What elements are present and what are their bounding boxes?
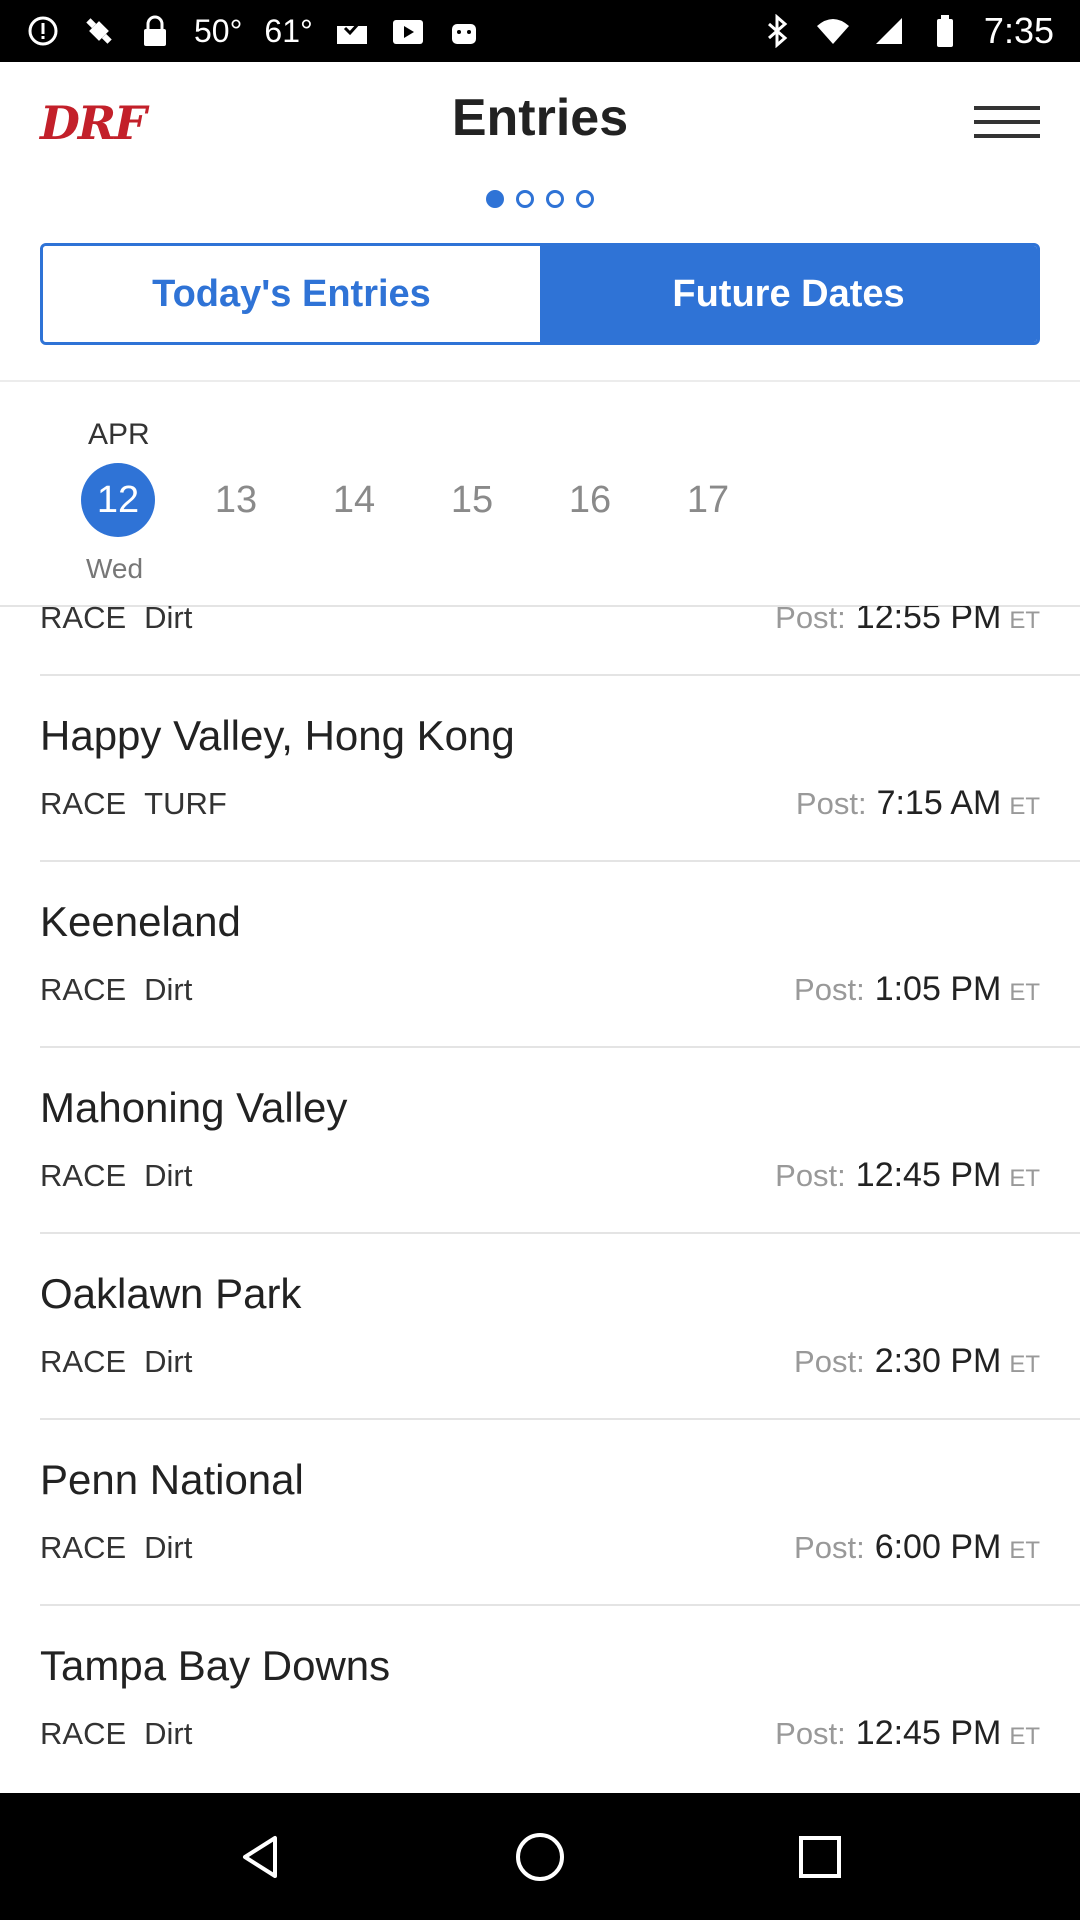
timezone: ET [1009,607,1040,634]
surface-label: Dirt [144,1344,193,1379]
app-header: DRF Entries [0,62,1080,172]
system-nav-bar [0,1793,1080,1920]
list-item[interactable]: Mahoning Valley RACE Dirt Post: 12:45 PM… [0,1048,1080,1234]
post-time: 12:45 PM [855,1714,1002,1752]
hamburger-menu-icon[interactable] [974,106,1040,146]
surface-label: Dirt [144,1158,193,1193]
weekday-label: Wed [86,553,144,584]
date-picker: 12 13 14 15 16 17 [0,463,1080,537]
entries-tab-switch: Today's Entries Future Dates [40,243,1040,345]
page-dot-2[interactable] [516,190,534,208]
track-name: Tampa Bay Downs [40,1642,391,1689]
date-14[interactable]: 14 [317,463,391,537]
surface-label: Dirt [144,606,193,635]
recents-icon[interactable] [790,1827,850,1887]
post-label: Post: [775,1716,846,1751]
signal-icon [872,14,906,48]
track-name: Oaklawn Park [40,1270,302,1317]
media-icon [391,14,425,48]
post-time: 1:05 PM [874,970,1002,1008]
race-label: RACE [40,606,127,635]
date-13[interactable]: 13 [199,463,273,537]
page-title: Entries [451,89,629,147]
post-time: 12:45 PM [855,1156,1002,1194]
post-time: 2:30 PM [874,1342,1002,1380]
list-item[interactable]: RACE Dirt Post: 12:55 PM ET [0,606,1080,676]
back-icon[interactable] [230,1827,290,1887]
divider [0,380,1080,382]
page-indicator [0,190,1080,208]
track-name: Happy Valley, Hong Kong [40,712,515,759]
post-time: 7:15 AM [876,784,1002,822]
battery-icon [928,14,962,48]
post-label: Post: [794,1344,865,1379]
alert-icon [26,14,60,48]
race-label: RACE [40,972,127,1007]
race-label: RACE [40,1158,127,1193]
list-item[interactable]: Oaklawn Park RACE Dirt Post: 2:30 PM ET [0,1234,1080,1420]
date-15[interactable]: 15 [435,463,509,537]
temperature-2: 61° [264,12,313,49]
timezone: ET [1009,1351,1040,1378]
post-label: Post: [794,1530,865,1565]
month-label: APR [88,418,150,451]
date-17[interactable]: 17 [671,463,745,537]
post-time: 6:00 PM [874,1528,1002,1566]
surface-label: Dirt [144,1530,193,1565]
wifi-icon [816,14,850,48]
track-name: Penn National [40,1456,304,1503]
page-dot-3[interactable] [546,190,564,208]
surface-label: TURF [144,786,227,821]
lock-icon [138,14,172,48]
track-name: Mahoning Valley [40,1084,348,1131]
post-time: 12:55 PM [855,606,1002,636]
timezone: ET [1009,979,1040,1006]
race-label: RACE [40,1344,127,1379]
timezone: ET [1009,1537,1040,1564]
post-label: Post: [775,606,846,635]
clock: 7:35 [983,10,1054,51]
page-dot-1[interactable] [486,190,504,208]
list-item[interactable]: Tampa Bay Downs RACE Dirt Post: 12:45 PM… [0,1606,1080,1792]
list-item[interactable]: Happy Valley, Hong Kong RACE TURF Post: … [0,676,1080,862]
race-label: RACE [40,1530,127,1565]
status-bar: 50° 61° 7:35 [0,0,1080,62]
page-dot-4[interactable] [576,190,594,208]
date-16[interactable]: 16 [553,463,627,537]
home-icon[interactable] [510,1827,570,1887]
list-item[interactable]: Penn National RACE Dirt Post: 6:00 PM ET [0,1420,1080,1606]
tab-todays-entries[interactable]: Today's Entries [43,246,540,342]
post-label: Post: [775,1158,846,1193]
mail-check-icon [335,14,369,48]
bluetooth-icon [760,14,794,48]
surface-label: Dirt [144,1716,193,1751]
fake-gps-icon [82,14,116,48]
surface-label: Dirt [144,972,193,1007]
timezone: ET [1009,793,1040,820]
android-icon [447,14,481,48]
timezone: ET [1009,1165,1040,1192]
race-label: RACE [40,1716,127,1751]
list-item[interactable]: Keeneland RACE Dirt Post: 1:05 PM ET [0,862,1080,1048]
temperature-1: 50° [194,12,243,49]
post-label: Post: [795,786,867,821]
tab-future-dates[interactable]: Future Dates [540,246,1037,342]
track-name: Keeneland [40,898,241,945]
post-label: Post: [794,972,865,1007]
entries-list: RACE Dirt Post: 12:55 PM ET Happy Valley… [0,606,1080,1793]
date-12[interactable]: 12 [81,463,155,537]
race-label: RACE [40,786,127,821]
timezone: ET [1009,1723,1040,1750]
